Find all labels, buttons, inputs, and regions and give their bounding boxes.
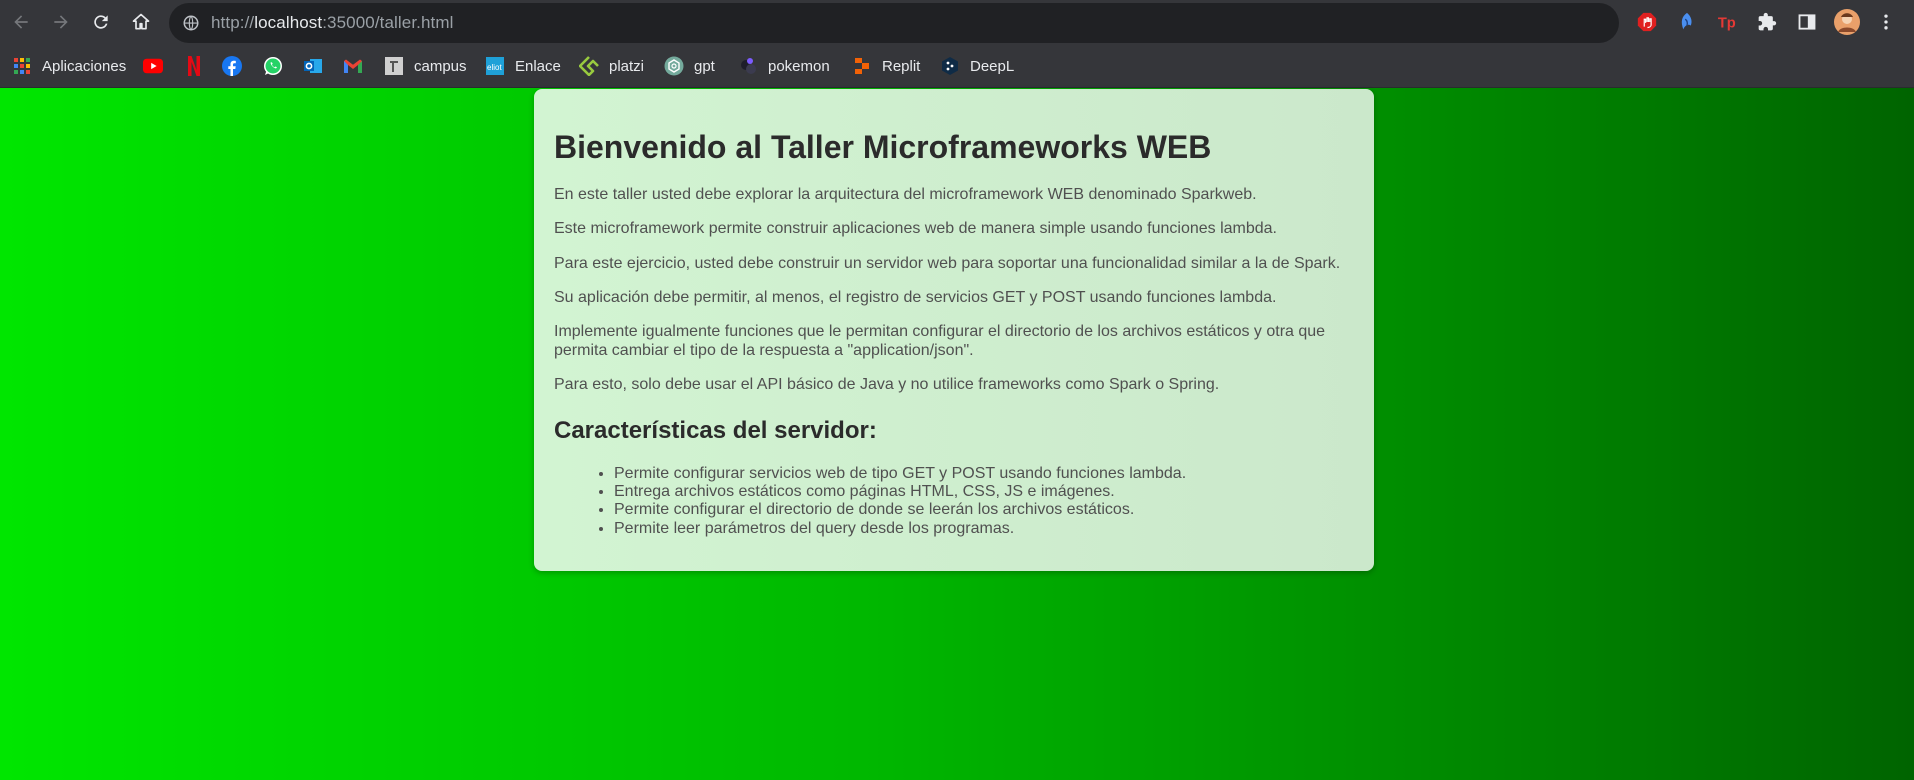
youtube-icon	[143, 56, 163, 76]
features-heading: Características del servidor:	[554, 416, 877, 444]
menu-kebab-icon[interactable]	[1872, 8, 1900, 36]
address-bar[interactable]: http://localhost:35000/taller.html	[169, 3, 1619, 43]
bookmark-replit[interactable]: Replit	[852, 52, 920, 80]
intro-paragraph: En este taller usted debe explorar la ar…	[554, 185, 1257, 203]
netflix-icon	[184, 56, 204, 76]
bookmark-label: pokemon	[768, 57, 830, 75]
outlook-icon	[303, 56, 323, 76]
intro-paragraph: Su aplicación debe permitir, al menos, e…	[554, 288, 1277, 306]
pokemon-icon	[738, 56, 758, 76]
bookmark-label: gpt	[694, 57, 715, 75]
gmail-icon	[343, 56, 363, 76]
list-item: Entrega archivos estáticos como páginas …	[614, 483, 1354, 501]
bookmark-gmail[interactable]	[343, 52, 363, 80]
intro-paragraph: Este microframework permite construir ap…	[554, 220, 1277, 238]
bookmark-enlace[interactable]: eliot Enlace	[485, 52, 561, 80]
bookmark-netflix[interactable]	[184, 52, 204, 80]
intro-paragraph: Para este ejercicio, usted debe construi…	[554, 254, 1341, 272]
adblock-extension-icon[interactable]	[1633, 8, 1661, 36]
bookmark-label: Replit	[882, 57, 921, 75]
home-button[interactable]	[126, 7, 156, 37]
platzi-icon	[579, 56, 599, 76]
arrow-right-icon	[54, 15, 68, 29]
list-item: Permite configurar servicios web de tipo…	[614, 465, 1354, 483]
bookmark-whatsapp[interactable]	[263, 52, 283, 80]
bookmark-label: Enlace	[515, 57, 561, 75]
reload-button[interactable]	[86, 7, 116, 37]
bookmark-label: Aplicaciones	[42, 57, 127, 75]
intro-paragraph: Implemente igualmente funciones que le p…	[554, 323, 1326, 359]
bookmark-youtube[interactable]	[143, 52, 163, 80]
arrow-left-icon	[14, 15, 28, 29]
list-item: Permite configurar el directorio de dond…	[614, 501, 1354, 519]
replit-icon	[852, 56, 872, 76]
bookmark-label: DeepL	[970, 57, 1015, 75]
bookmark-deepl[interactable]: DeepL	[940, 52, 1014, 80]
back-button[interactable]	[6, 7, 36, 37]
bookmark-label: platzi	[609, 57, 645, 75]
chatgpt-icon	[664, 56, 684, 76]
bookmark-facebook[interactable]	[222, 52, 242, 80]
svg-text:Tp: Tp	[1718, 16, 1736, 32]
reload-icon	[94, 15, 108, 29]
enlace-icon: eliot	[485, 56, 505, 76]
browser-toolbar: http://localhost:35000/taller.html Tp	[0, 0, 1914, 44]
bookmark-gpt[interactable]: gpt	[664, 52, 715, 80]
deepl-icon	[940, 56, 960, 76]
tp-extension-icon[interactable]: Tp	[1713, 8, 1741, 36]
home-icon	[132, 13, 150, 30]
facebook-icon	[222, 56, 242, 76]
intro-paragraph: Para esto, solo debe usar el API básico …	[554, 376, 1220, 394]
bookmark-label: campus	[414, 57, 467, 75]
list-item: Permite leer parámetros del query desde …	[614, 520, 1354, 538]
shield-extension-icon[interactable]	[1673, 8, 1701, 36]
svg-text:eliot: eliot	[487, 63, 502, 72]
content-card: Bienvenido al Taller Microframeworks WEB…	[534, 89, 1374, 571]
page-viewport: Bienvenido al Taller Microframeworks WEB…	[0, 88, 1914, 780]
bookmark-aplicaciones[interactable]: Aplicaciones	[12, 52, 126, 80]
bookmark-outlook[interactable]	[303, 52, 323, 80]
bookmark-platzi[interactable]: platzi	[579, 52, 644, 80]
side-panel-icon[interactable]	[1793, 8, 1821, 36]
site-info-icon[interactable]	[181, 13, 201, 33]
bookmark-pokemon[interactable]: pokemon	[738, 52, 830, 80]
puzzle-extensions-icon[interactable]	[1753, 8, 1781, 36]
page-title: Bienvenido al Taller Microframeworks WEB	[554, 129, 1212, 165]
bookmark-campus[interactable]: campus	[384, 52, 467, 80]
url-text: http://localhost:35000/taller.html	[211, 13, 454, 32]
forward-button[interactable]	[46, 7, 76, 37]
profile-avatar[interactable]	[1833, 8, 1861, 36]
features-list: Permite configurar servicios web de tipo…	[614, 465, 1354, 539]
apps-grid-icon	[12, 56, 32, 76]
bookmarks-bar: Aplicaciones campus eliot Enlace platzi …	[0, 44, 1914, 88]
campus-icon	[384, 56, 404, 76]
whatsapp-icon	[263, 56, 283, 76]
